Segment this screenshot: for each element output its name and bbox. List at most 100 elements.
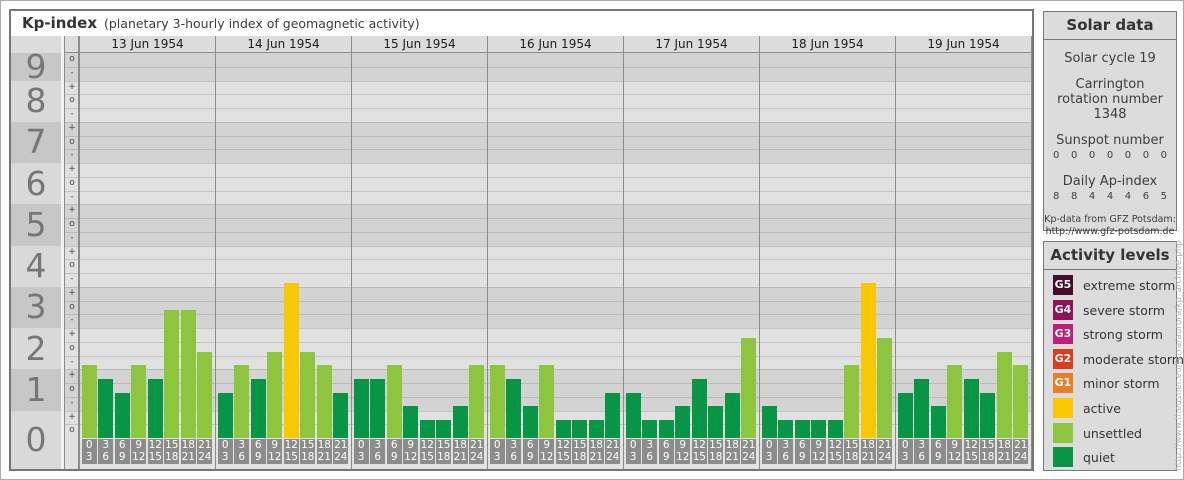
kp-bar bbox=[811, 420, 827, 438]
hour-label-line: 3 bbox=[357, 450, 365, 463]
sunspot-value: 0 bbox=[1106, 150, 1114, 161]
hour-label-line: 12 bbox=[404, 450, 418, 463]
y-axis-sublevel-label: - bbox=[70, 397, 74, 408]
hour-label-line: 21 bbox=[453, 450, 467, 463]
hour-label-line: 0 bbox=[493, 439, 501, 451]
sunspot-value: 0 bbox=[1124, 150, 1132, 161]
hour-interval-label: 12 15 bbox=[963, 439, 979, 464]
legend-item: G3 strong storm bbox=[1053, 324, 1171, 345]
hour-interval-label: 36 bbox=[914, 439, 930, 464]
y-axis-sublevel-label: o bbox=[69, 136, 75, 147]
hour-label-line: 18 bbox=[981, 450, 995, 463]
g1-badge: G1 bbox=[1053, 373, 1073, 394]
hour-interval-label: 9 12 bbox=[947, 439, 963, 464]
y-axis-number: 6 bbox=[25, 163, 47, 203]
hour-label-line: 0 bbox=[221, 439, 229, 451]
hour-label-line: 21 bbox=[334, 439, 348, 451]
hour-label-line: 21 bbox=[861, 450, 875, 463]
y-axis-sublevel-label: o bbox=[69, 384, 75, 394]
hour-label-line: 24 bbox=[198, 450, 212, 463]
hour-interval-label: 12 15 bbox=[691, 439, 707, 464]
y-axis-sublevel-label: o bbox=[69, 177, 75, 188]
kp-bar bbox=[197, 351, 213, 438]
legend-label: moderate storm bbox=[1083, 351, 1184, 367]
hour-label-line: 15 bbox=[556, 450, 570, 463]
hour-label-line: 18 bbox=[845, 450, 859, 463]
hour-label-line: 18 bbox=[861, 439, 875, 451]
hour-interval-label: 15 18 bbox=[164, 439, 180, 464]
hour-label-line: 0 bbox=[629, 439, 637, 451]
page-subtitle: (planetary 3-hourly index of geomagnetic… bbox=[104, 16, 420, 31]
kp-bar bbox=[555, 420, 571, 438]
hour-label-line: 21 bbox=[1014, 439, 1028, 451]
legend-label: unsettled bbox=[1083, 425, 1142, 441]
hour-label-line: 6 bbox=[526, 439, 534, 451]
hour-label-line: 24 bbox=[742, 450, 756, 463]
hour-label-line: 6 bbox=[782, 450, 790, 463]
kp-bar bbox=[877, 337, 893, 438]
hour-label-line: 15 bbox=[845, 439, 859, 451]
hour-interval-label: 03 bbox=[625, 439, 641, 464]
hour-interval-label: 03 bbox=[897, 439, 913, 464]
gridline bbox=[65, 300, 1031, 302]
hour-label-line: 6 bbox=[934, 439, 942, 451]
hour-label-line: 3 bbox=[901, 450, 909, 463]
hour-interval-label: 15 18 bbox=[300, 439, 316, 464]
legend-swatch bbox=[1053, 447, 1073, 468]
hour-label-line: 18 bbox=[573, 450, 587, 463]
hour-label-line: 9 bbox=[135, 439, 143, 451]
hour-label-line: 12 bbox=[284, 439, 298, 451]
kp-bar bbox=[844, 365, 860, 438]
hour-interval-label: 9 12 bbox=[811, 439, 827, 464]
kp-bar bbox=[370, 379, 386, 438]
gridline bbox=[65, 94, 1031, 96]
hour-label-line: 21 bbox=[470, 439, 484, 451]
hour-label-line: 18 bbox=[997, 439, 1011, 451]
plot-band bbox=[65, 286, 1031, 328]
kp-bar bbox=[947, 365, 963, 438]
hour-label-line: 9 bbox=[679, 439, 687, 451]
legend-item: G5 extreme storm bbox=[1053, 275, 1175, 295]
day-separator bbox=[215, 36, 216, 469]
hour-label-line: 0 bbox=[85, 439, 93, 451]
hour-label-line: 9 bbox=[271, 439, 279, 451]
hour-label-line: 18 bbox=[709, 450, 723, 463]
kp-bar bbox=[147, 379, 163, 438]
day-separator bbox=[487, 36, 488, 469]
ap-value: 8 bbox=[1070, 191, 1078, 202]
kp-bar bbox=[794, 420, 810, 438]
kp-bar-chart: 9 8 7 6 5 4 3 2 1 0 o - + o - + o - + o - + o - + o - + o - + o - + o - + o 13… bbox=[11, 36, 1032, 469]
y-axis-sublevel-label: + bbox=[68, 164, 76, 174]
hour-label-line: 3 bbox=[918, 439, 926, 451]
gridline bbox=[65, 314, 1031, 316]
hour-label-line: 9 bbox=[407, 439, 415, 451]
hour-label-line: 21 bbox=[742, 439, 756, 451]
ap-value: 5 bbox=[1160, 191, 1167, 202]
y-axis-sublevel-label: - bbox=[70, 67, 74, 78]
g3-badge: G3 bbox=[1053, 324, 1073, 345]
kp-bar bbox=[741, 337, 757, 438]
hour-label-line: 9 bbox=[118, 450, 126, 463]
kp-index-archive-page: Kp-index (planetary 3-hourly index of geo… bbox=[0, 0, 1184, 480]
gridline bbox=[65, 231, 1031, 233]
kp-bar bbox=[452, 406, 468, 438]
hour-label-line: 15 bbox=[437, 439, 451, 451]
hour-label-line: 15 bbox=[981, 439, 995, 451]
hour-label-line: 3 bbox=[221, 450, 229, 463]
hour-interval-label: 18 21 bbox=[860, 439, 876, 464]
g5-badge: G5 bbox=[1053, 275, 1073, 295]
gridline bbox=[65, 273, 1031, 274]
sublabel-column-left-border bbox=[64, 36, 65, 469]
kp-bar bbox=[761, 406, 777, 438]
sunspot-value: 0 bbox=[1160, 150, 1167, 161]
g4-badge: G4 bbox=[1053, 299, 1073, 320]
day-separator bbox=[351, 36, 352, 469]
chart-title-bar: Kp-index (planetary 3-hourly index of geo… bbox=[11, 11, 1032, 37]
header-bottom-border bbox=[65, 52, 1031, 53]
hour-label-line: 24 bbox=[606, 450, 620, 463]
gridline bbox=[65, 259, 1031, 261]
y-axis-number: 8 bbox=[25, 81, 47, 121]
y-axis-sublevel-label: - bbox=[70, 191, 74, 202]
hour-interval-label: 12 15 bbox=[555, 439, 571, 464]
hour-interval-label: 15 18 bbox=[572, 439, 588, 464]
